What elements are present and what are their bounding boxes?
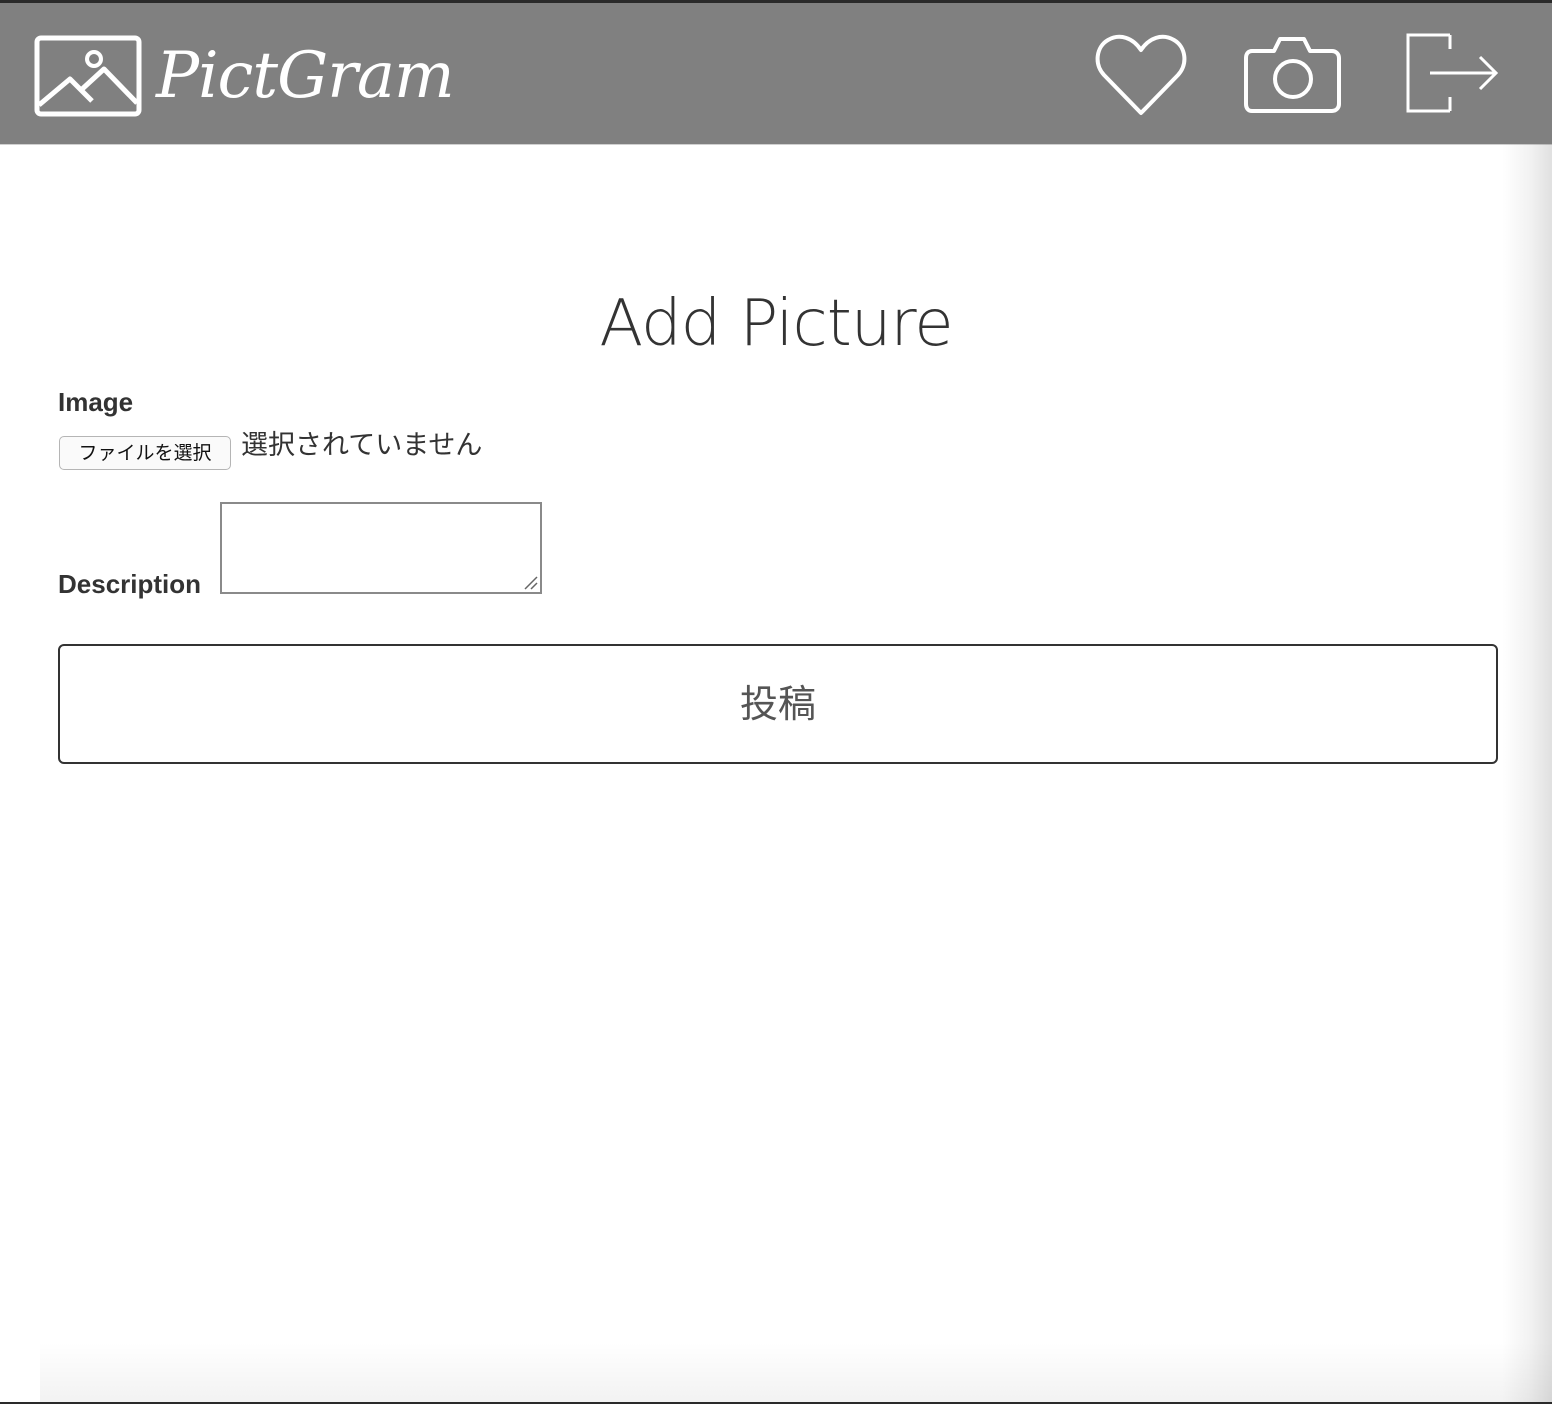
file-status-text: 選択されていません <box>241 430 483 461</box>
submit-post-button[interactable]: 投稿 <box>58 644 1498 764</box>
logout-nav-button[interactable] <box>1400 31 1500 123</box>
brand-logo-text[interactable]: PictGram <box>156 31 455 121</box>
camera-icon <box>1242 31 1342 123</box>
add-picture-nav-button[interactable] <box>1242 31 1342 123</box>
image-label: Image <box>58 387 134 417</box>
likes-nav-button[interactable] <box>1092 31 1192 123</box>
logout-arrow-icon <box>1400 31 1500 123</box>
app-window: PictGram Add Picture Image ファイルを選択 選択されて… <box>0 0 1552 1404</box>
choose-file-button[interactable]: ファイルを選択 <box>59 436 231 470</box>
heart-icon <box>1092 31 1192 123</box>
description-label: Description <box>58 569 202 599</box>
resize-grip-icon[interactable] <box>522 574 538 590</box>
site-header: PictGram <box>0 3 1552 145</box>
description-textarea[interactable] <box>220 502 542 594</box>
picture-landscape-icon[interactable] <box>34 35 142 117</box>
page-title: Add Picture <box>599 287 953 361</box>
window-bottom-shadow <box>40 1342 1552 1402</box>
